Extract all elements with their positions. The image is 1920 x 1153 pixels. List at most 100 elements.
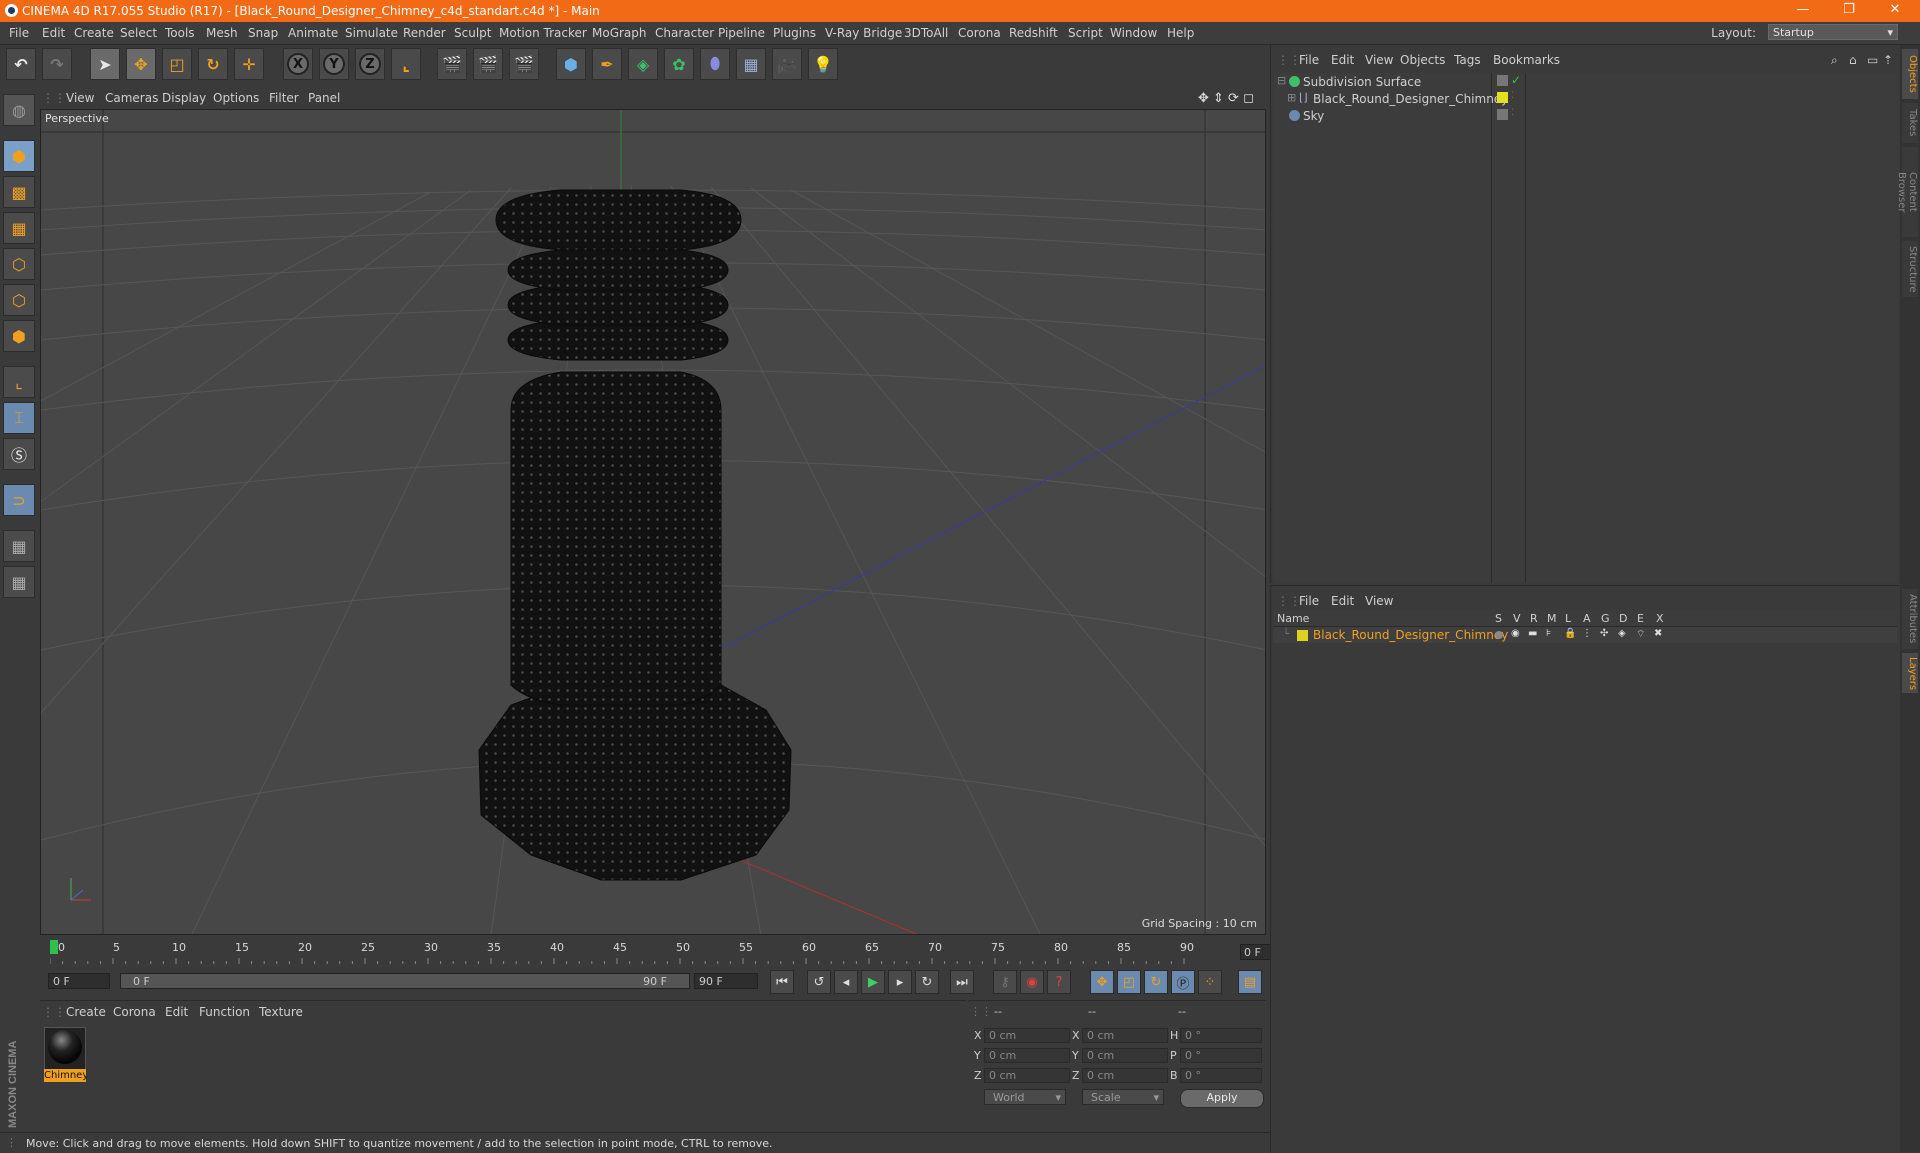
add-subdivision-button[interactable]: ◈ (628, 48, 658, 80)
display-toggle-icon[interactable] (1497, 109, 1508, 120)
size-z-field[interactable]: 0 cm (1082, 1068, 1168, 1083)
keyframe-selection-button[interactable]: ? (1047, 970, 1071, 994)
object-menu-tags[interactable]: Tags (1454, 53, 1481, 67)
rot-h-field[interactable]: 0 ° (1180, 1028, 1262, 1043)
z-axis-button[interactable]: Z (355, 48, 385, 80)
apply-button[interactable]: Apply (1180, 1089, 1264, 1108)
edges-mode-button[interactable]: ⬡ (3, 284, 35, 316)
scroll-up-icon[interactable]: ⇡ (1883, 53, 1893, 67)
generator-icon[interactable]: ✣ (1600, 628, 1608, 639)
deformer-icon[interactable]: ◈ (1618, 628, 1626, 639)
pos-y-field[interactable]: 0 cm (984, 1048, 1070, 1063)
tab-content-browser[interactable]: Content Browser (1896, 147, 1918, 237)
workplane-mode-button[interactable]: ▦ (3, 212, 35, 244)
object-menu-bookmarks[interactable]: Bookmarks (1493, 53, 1560, 67)
start-frame-field[interactable]: 0 F (48, 973, 110, 989)
add-floor-button[interactable]: ▦ (736, 48, 766, 80)
solo-toggle-icon[interactable] (1495, 631, 1503, 639)
material-menu-texture[interactable]: Texture (259, 1005, 303, 1019)
menu-render[interactable]: Render (403, 26, 446, 40)
key-position-button[interactable]: ✥ (1090, 970, 1114, 994)
layout-dropdown[interactable]: Startup ▾ (1768, 24, 1898, 40)
autokey-button[interactable]: ◉ (1020, 970, 1044, 994)
menu-help[interactable]: Help (1167, 26, 1194, 40)
menu-3dtoall[interactable]: 3DToAll (904, 26, 948, 40)
timeline-ruler[interactable]: 0 5 10 15 20 25 30 35 40 45 50 55 60 65 … (40, 938, 1304, 968)
search-icon[interactable]: ⌕ (1831, 53, 1838, 68)
add-spline-button[interactable]: ✒ (592, 48, 622, 80)
new-window-icon[interactable]: ▭ (1867, 53, 1878, 67)
menu-tools[interactable]: Tools (165, 26, 195, 40)
minimize-button[interactable]: — (1780, 0, 1826, 22)
transform-tool-button[interactable]: ✛ (234, 48, 264, 80)
menu-script[interactable]: Script (1068, 26, 1103, 40)
redo-button[interactable]: ↷ (42, 48, 72, 80)
previous-key-button[interactable]: ↺ (807, 970, 831, 994)
key-rotation-button[interactable]: ↻ (1144, 970, 1168, 994)
close-button[interactable]: ✕ (1872, 0, 1918, 22)
workplane-lock-button[interactable]: ▦ (3, 530, 35, 562)
make-editable-button[interactable]: ◍ (3, 94, 35, 126)
pos-z-field[interactable]: 0 cm (984, 1068, 1070, 1083)
snap-button[interactable]: ⊃ (3, 484, 35, 516)
object-row-black-round-designer-chimney[interactable]: ⊞ ⌊⌋ Black_Round_Designer_Chimney ⁚ (1273, 90, 1899, 108)
enabled-check-icon[interactable]: ✓ (1511, 73, 1521, 87)
size-mode-dropdown[interactable]: Scale ▾ (1082, 1089, 1164, 1105)
timeline-window-button[interactable]: ▤ (1238, 970, 1262, 994)
menu-redshift[interactable]: Redshift (1009, 26, 1058, 40)
tab-objects[interactable]: Objects (1902, 49, 1918, 99)
maximize-button[interactable]: ❐ (1826, 0, 1872, 22)
menu-vray-bridge[interactable]: V-Ray Bridge (825, 26, 902, 40)
menu-motion-tracker[interactable]: Motion Tracker (499, 26, 587, 40)
add-light-button[interactable]: 💡 (808, 48, 838, 80)
visibility-dots-icon[interactable]: ⁚ (1511, 91, 1514, 101)
layer-color-icon[interactable] (1497, 92, 1508, 103)
object-menu-file[interactable]: File (1299, 53, 1319, 67)
menu-edit[interactable]: Edit (42, 26, 65, 40)
key-parameter-button[interactable]: Ⓟ (1171, 970, 1195, 994)
expand-icon[interactable]: ⊞ (1287, 91, 1296, 104)
layer-color-swatch[interactable] (1297, 630, 1308, 641)
layer-row[interactable]: └ Black_Round_Designer_Chimney ◉ ▬ ⊧ 🔒 ⋮… (1273, 627, 1897, 643)
collapse-icon[interactable]: ⊟ (1277, 74, 1286, 87)
viewport-menu-options[interactable]: Options (213, 91, 259, 105)
menu-file[interactable]: File (9, 26, 29, 40)
rot-b-field[interactable]: 0 ° (1180, 1068, 1262, 1083)
next-frame-button[interactable]: ▸ (888, 970, 912, 994)
menu-sculpt[interactable]: Sculpt (454, 26, 491, 40)
next-key-button[interactable]: ↻ (915, 970, 939, 994)
manager-icon[interactable]: ⊧ (1546, 628, 1551, 639)
lock-icon[interactable]: 🔒 (1564, 628, 1576, 639)
add-cube-button[interactable]: ⬢ (556, 48, 586, 80)
key-scale-button[interactable]: ◰ (1117, 970, 1141, 994)
rotate-tool-button[interactable]: ↻ (198, 48, 228, 80)
material-thumbnail[interactable] (44, 1027, 86, 1073)
go-to-start-button[interactable]: ⏮ (770, 970, 794, 994)
previous-frame-button[interactable]: ◂ (834, 970, 858, 994)
object-menu-view[interactable]: View (1365, 53, 1393, 67)
record-keys-button[interactable]: ⚷ (993, 970, 1017, 994)
material-menu-function[interactable]: Function (199, 1005, 250, 1019)
layer-menu-edit[interactable]: Edit (1331, 594, 1354, 608)
object-menu-objects[interactable]: Objects (1400, 53, 1445, 67)
workplane-snap-button[interactable]: ▦ (3, 566, 35, 598)
solo-button[interactable]: Ⓢ (3, 438, 35, 470)
menu-pipeline[interactable]: Pipeline (718, 26, 765, 40)
tab-layers[interactable]: Layers (1902, 653, 1918, 693)
menu-simulate[interactable]: Simulate (345, 26, 398, 40)
tab-attributes[interactable]: Attributes (1902, 589, 1918, 649)
viewport-menu-filter[interactable]: Filter (269, 91, 299, 105)
menu-mesh[interactable]: Mesh (206, 26, 238, 40)
select-tool-button[interactable]: ➤ (90, 48, 120, 80)
layer-menu-file[interactable]: File (1299, 594, 1319, 608)
menu-mograph[interactable]: MoGraph (592, 26, 647, 40)
scale-tool-button[interactable]: ◰ (162, 48, 192, 80)
x-axis-button[interactable]: X (283, 48, 313, 80)
viewport-navigation-icons[interactable]: ✥ ⇕ ⟳ ◻ (1198, 91, 1254, 106)
render-icon[interactable]: ▬ (1528, 628, 1537, 639)
render-settings-button[interactable]: 🎬 (509, 48, 539, 80)
material-name[interactable]: Chimney (44, 1069, 86, 1082)
add-camera-button[interactable]: 🎥 (772, 48, 802, 80)
model-mode-button[interactable]: ⬢ (3, 140, 35, 172)
size-x-field[interactable]: 0 cm (1082, 1028, 1168, 1043)
